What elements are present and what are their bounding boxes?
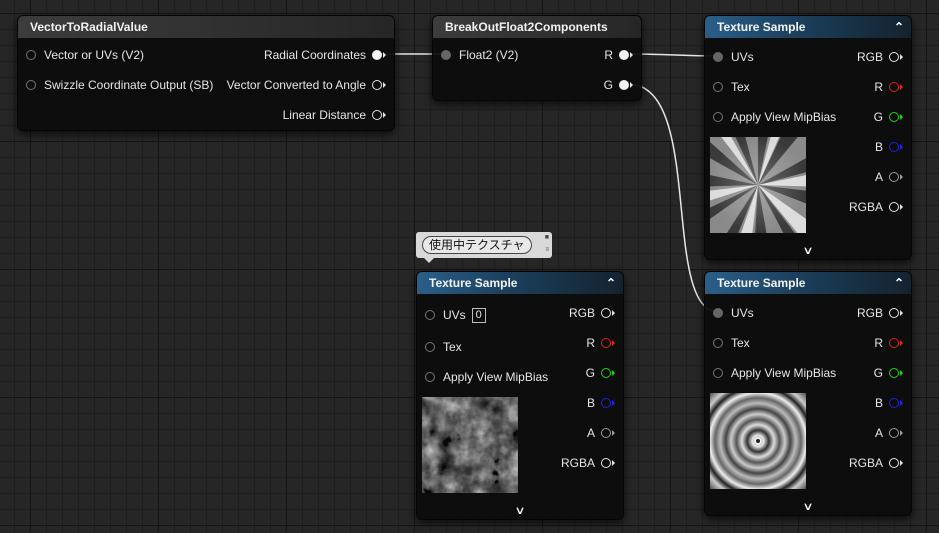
concentric-rings-texture-preview <box>710 393 806 489</box>
node-title: VectorToRadialValue <box>18 16 394 38</box>
comment-tail <box>424 258 434 263</box>
pin-circle-icon[interactable] <box>889 52 899 62</box>
pin-output-a[interactable]: A <box>587 425 615 441</box>
chevron-down-icon[interactable]: ∨ <box>664 500 939 513</box>
pin-output-rgb[interactable]: RGB <box>857 305 903 321</box>
pin-circle-icon[interactable] <box>713 82 723 92</box>
pin-circle-icon[interactable] <box>889 202 899 212</box>
pin-circle-icon[interactable] <box>601 368 611 378</box>
comment-grip-icon[interactable]: ≡ <box>545 247 549 253</box>
pin-input-uvs[interactable]: UVs 0 <box>425 307 486 323</box>
pin-circle-icon[interactable] <box>889 458 899 468</box>
pin-circle-icon[interactable] <box>425 310 435 320</box>
pin-circle-icon[interactable] <box>889 308 899 318</box>
pin-input-float2[interactable]: Float2 (V2) <box>441 47 518 63</box>
pin-circle-icon[interactable] <box>26 80 36 90</box>
pin-circle-icon[interactable] <box>619 80 629 90</box>
pin-output-g[interactable]: G <box>586 365 615 381</box>
pin-output-rgba[interactable]: RGBA <box>849 455 903 471</box>
pin-output-r[interactable]: R <box>874 79 903 95</box>
node-title: Texture Sample <box>717 20 806 34</box>
pin-input-uvs[interactable]: UVs <box>713 305 754 321</box>
node-texture-sample-radial[interactable]: Texture Sample ⌃ UVs Tex Apply View MipB… <box>704 15 912 260</box>
pin-circle-icon[interactable] <box>425 372 435 382</box>
pin-input-vector-or-uvs[interactable]: Vector or UVs (V2) <box>26 47 144 63</box>
pin-output-rgb[interactable]: RGB <box>857 49 903 65</box>
pin-output-linear-distance[interactable]: Linear Distance <box>283 107 386 123</box>
pin-comment-icon[interactable]: ■ <box>545 234 549 241</box>
node-texture-sample-rings[interactable]: Texture Sample ⌃ UVs Tex Apply View MipB… <box>704 271 912 516</box>
radial-burst-texture-preview <box>710 137 806 233</box>
chevron-down-icon[interactable]: ∨ <box>376 504 664 517</box>
node-title: BreakOutFloat2Components <box>433 16 641 38</box>
pin-circle-icon[interactable] <box>889 82 899 92</box>
pin-input-tex[interactable]: Tex <box>425 339 462 355</box>
chevron-up-icon[interactable]: ⌃ <box>894 272 904 294</box>
pin-output-a[interactable]: A <box>875 169 903 185</box>
chevron-down-icon[interactable]: ∨ <box>664 244 939 257</box>
pin-circle-icon[interactable] <box>889 398 899 408</box>
comment-text: 使用中テクスチャ <box>422 236 532 254</box>
node-title: Texture Sample <box>717 276 806 290</box>
chevron-up-icon[interactable]: ⌃ <box>894 16 904 38</box>
pin-circle-icon[interactable] <box>889 142 899 152</box>
pin-output-vector-to-angle[interactable]: Vector Converted to Angle <box>227 77 386 93</box>
pin-input-apply-view-mipbias[interactable]: Apply View MipBias <box>713 365 836 381</box>
pin-circle-icon[interactable] <box>713 338 723 348</box>
pin-output-b[interactable]: B <box>875 139 903 155</box>
pin-input-apply-view-mipbias[interactable]: Apply View MipBias <box>713 109 836 125</box>
pin-circle-icon[interactable] <box>601 458 611 468</box>
pin-input-uvs[interactable]: UVs <box>713 49 754 65</box>
pin-input-tex[interactable]: Tex <box>713 79 750 95</box>
pin-circle-icon[interactable] <box>441 50 451 60</box>
pin-output-radial-coordinates[interactable]: Radial Coordinates <box>264 47 386 63</box>
pin-input-swizzle[interactable]: Swizzle Coordinate Output (SB) <box>26 77 213 93</box>
pin-output-r[interactable]: R <box>604 47 633 63</box>
pin-circle-icon[interactable] <box>713 52 723 62</box>
pin-circle-icon[interactable] <box>889 368 899 378</box>
pin-circle-icon[interactable] <box>26 50 36 60</box>
pin-circle-icon[interactable] <box>889 172 899 182</box>
pin-circle-icon[interactable] <box>889 428 899 438</box>
chevron-up-icon[interactable]: ⌃ <box>606 272 616 294</box>
pin-output-rgba[interactable]: RGBA <box>561 455 615 471</box>
pin-circle-icon[interactable] <box>601 308 611 318</box>
pin-circle-icon[interactable] <box>619 50 629 60</box>
node-texture-sample-noise[interactable]: Texture Sample ⌃ UVs 0 Tex Apply View Mi… <box>416 271 624 520</box>
pin-input-apply-view-mipbias[interactable]: Apply View MipBias <box>425 369 548 385</box>
uvs-value-field[interactable]: 0 <box>471 307 486 323</box>
node-vector-to-radial-value[interactable]: VectorToRadialValue Vector or UVs (V2) S… <box>17 15 395 131</box>
pin-circle-icon[interactable] <box>889 338 899 348</box>
pin-output-r[interactable]: R <box>586 335 615 351</box>
pin-circle-icon[interactable] <box>713 112 723 122</box>
pin-circle-icon[interactable] <box>372 50 382 60</box>
node-break-out-float2[interactable]: BreakOutFloat2Components Float2 (V2) R G <box>432 15 642 101</box>
pin-output-rgb[interactable]: RGB <box>569 305 615 321</box>
pin-circle-icon[interactable] <box>372 110 382 120</box>
comment-bubble[interactable]: 使用中テクスチャ ■ ≡ <box>416 232 552 263</box>
pin-circle-icon[interactable] <box>713 308 723 318</box>
pin-circle-icon[interactable] <box>889 112 899 122</box>
pin-circle-icon[interactable] <box>601 338 611 348</box>
node-title: Texture Sample <box>429 276 518 290</box>
pin-circle-icon[interactable] <box>601 398 611 408</box>
pin-circle-icon[interactable] <box>372 80 382 90</box>
pin-output-r[interactable]: R <box>874 335 903 351</box>
pin-output-g[interactable]: G <box>604 77 633 93</box>
pin-circle-icon[interactable] <box>425 342 435 352</box>
pin-output-g[interactable]: G <box>874 109 903 125</box>
noise-texture-preview <box>422 397 518 493</box>
pin-input-tex[interactable]: Tex <box>713 335 750 351</box>
pin-output-b[interactable]: B <box>587 395 615 411</box>
pin-output-g[interactable]: G <box>874 365 903 381</box>
pin-output-a[interactable]: A <box>875 425 903 441</box>
pin-output-rgba[interactable]: RGBA <box>849 199 903 215</box>
pin-circle-icon[interactable] <box>601 428 611 438</box>
pin-output-b[interactable]: B <box>875 395 903 411</box>
pin-circle-icon[interactable] <box>713 368 723 378</box>
